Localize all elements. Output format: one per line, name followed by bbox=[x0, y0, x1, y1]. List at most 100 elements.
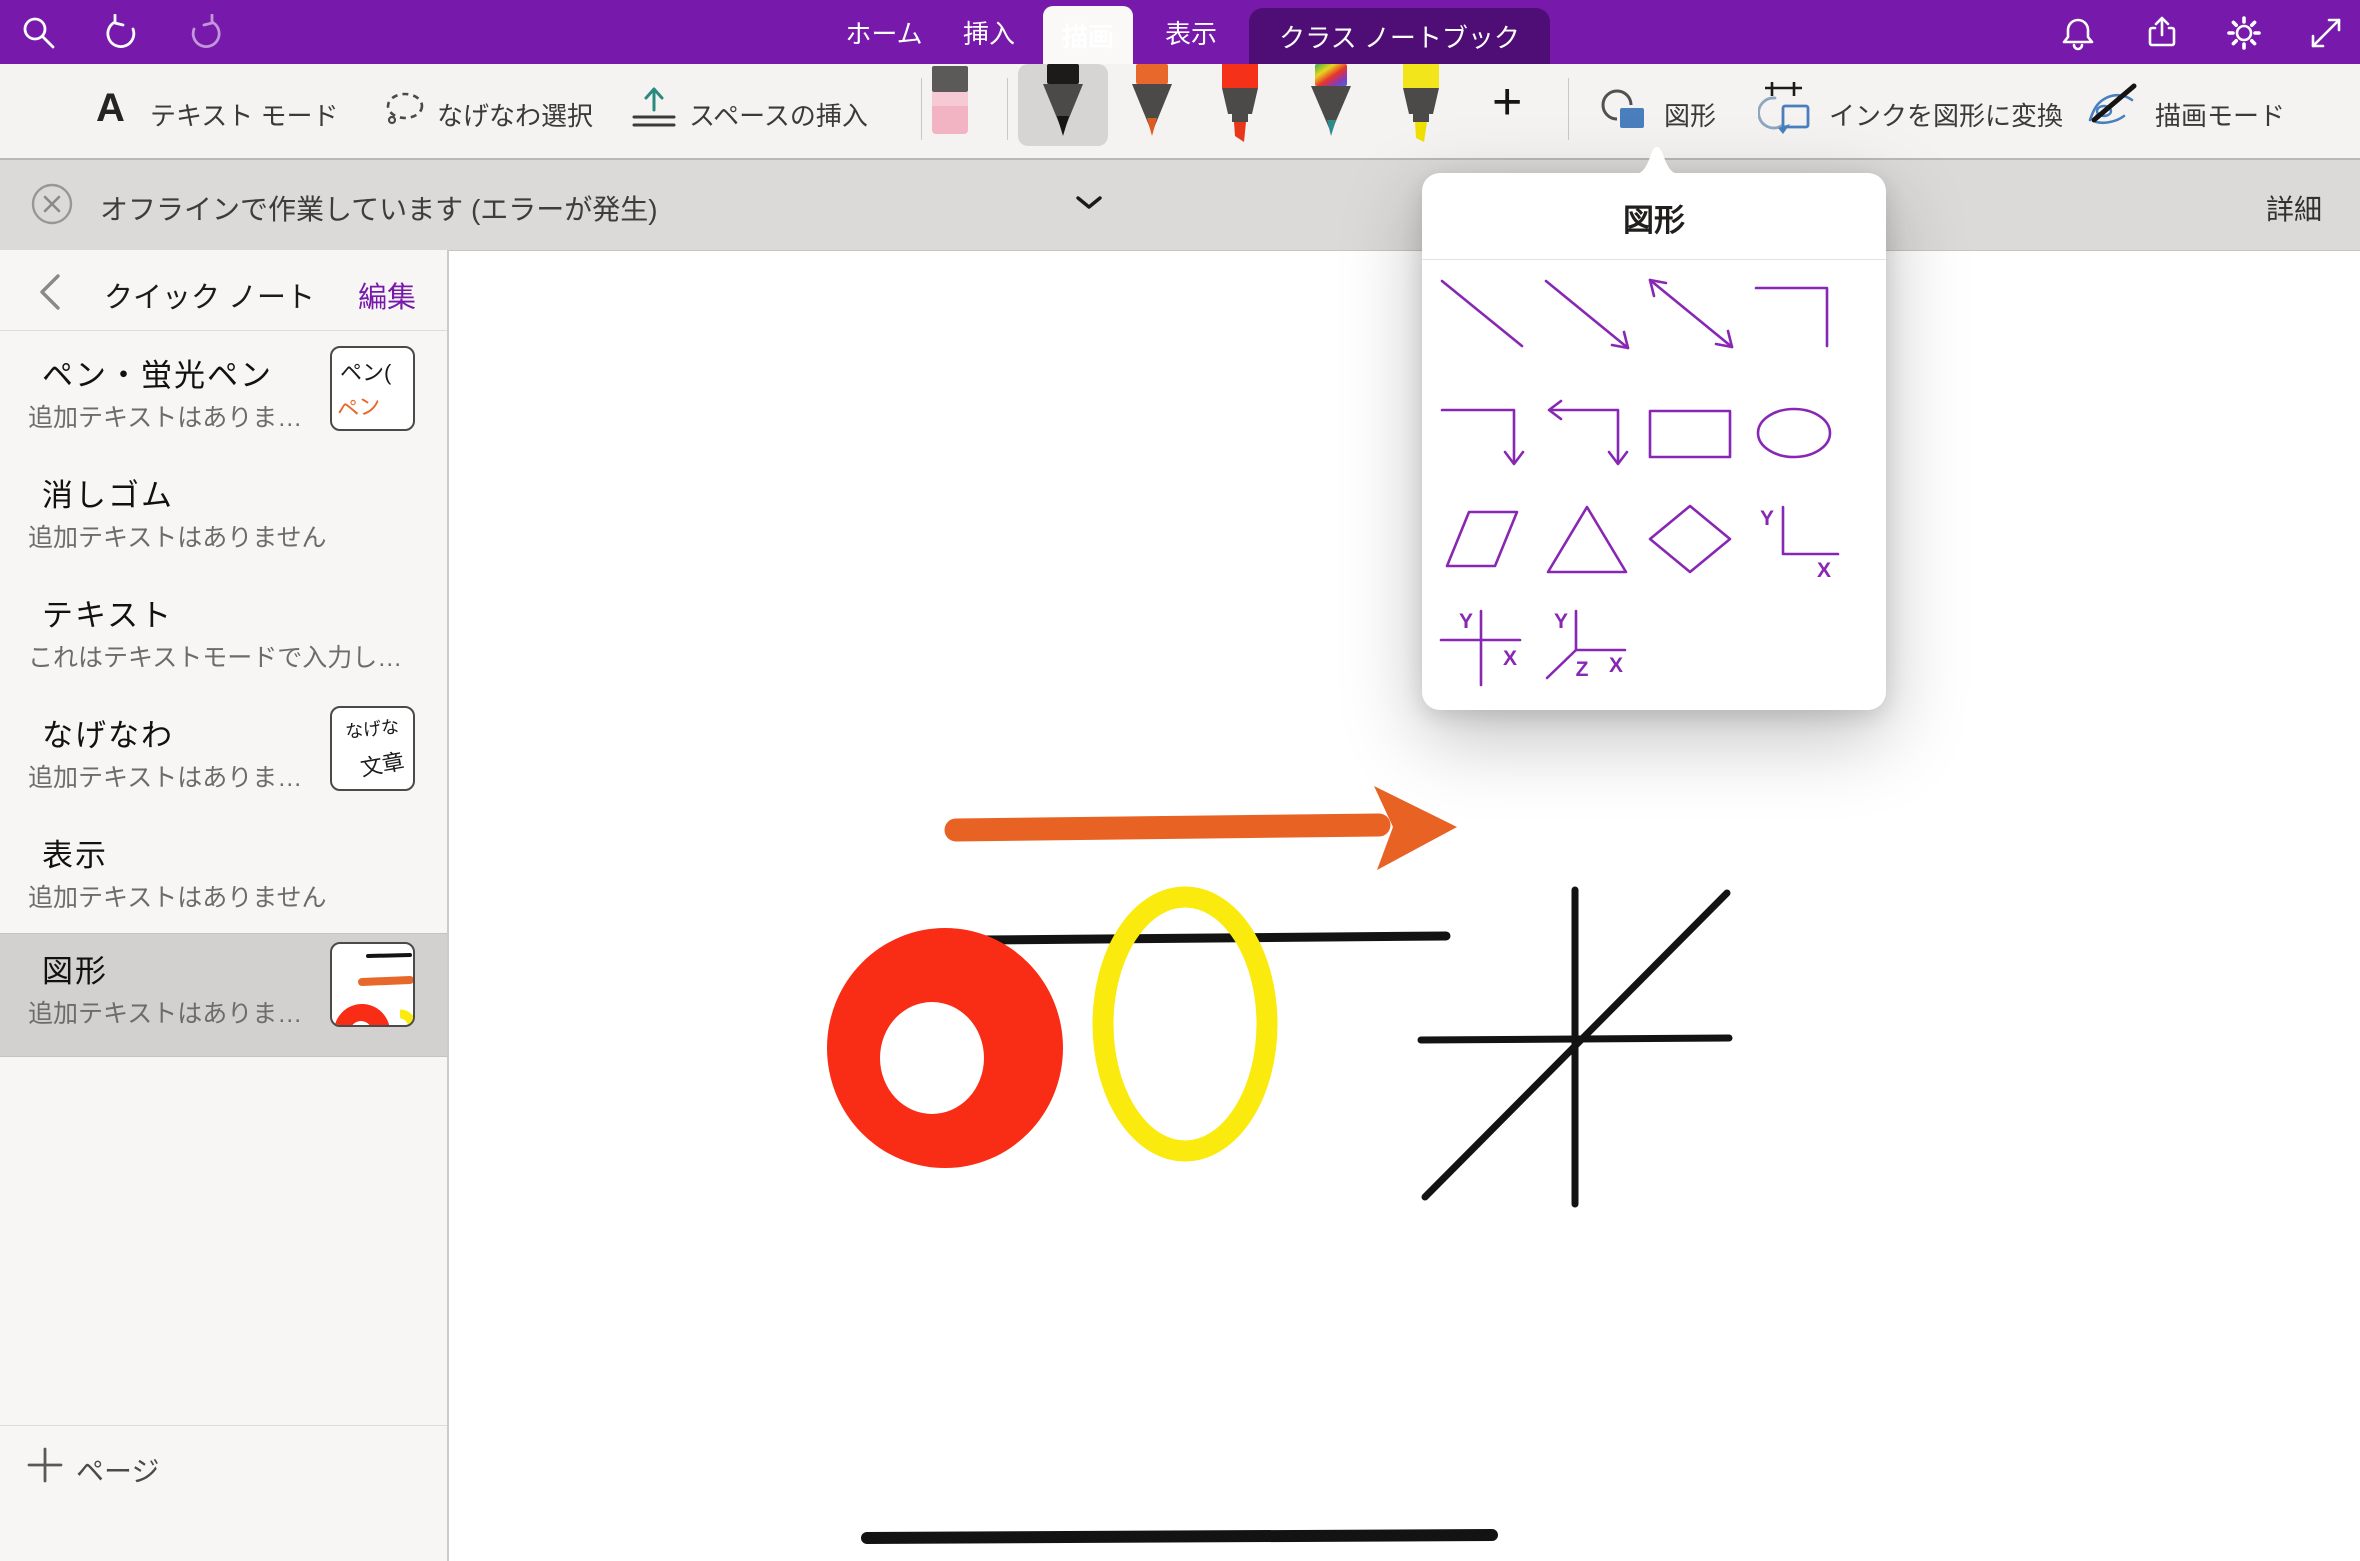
page-list-sidebar: クイック ノート 編集 ペン・蛍光ペン 追加テキストはありま… ペン( ペン 消… bbox=[0, 250, 449, 1561]
page-thumbnail: ペン( ペン bbox=[330, 346, 415, 431]
shape-elbow-arrow-left-down[interactable] bbox=[1549, 401, 1627, 464]
eraser-tool[interactable] bbox=[918, 64, 982, 148]
pen-orange[interactable] bbox=[1120, 64, 1184, 148]
plus-icon bbox=[26, 1446, 64, 1484]
text-mode-button[interactable]: テキスト モード bbox=[150, 96, 338, 133]
note-canvas[interactable] bbox=[449, 250, 2360, 1561]
chevron-left-icon[interactable] bbox=[36, 272, 64, 312]
page-title: 表示 bbox=[42, 830, 108, 875]
tab-draw[interactable]: 描画 bbox=[1043, 6, 1133, 64]
pen-rainbow[interactable] bbox=[1299, 64, 1363, 148]
undo-icon[interactable] bbox=[103, 14, 141, 52]
divider bbox=[0, 330, 447, 331]
pen-options-chevron-icon[interactable] bbox=[1076, 196, 1102, 210]
page-thumbnail bbox=[330, 942, 415, 1027]
page-list-item[interactable]: なげなわ 追加テキストはありま… なげな 文章 bbox=[0, 698, 447, 818]
popup-callout-tail bbox=[1635, 141, 1679, 174]
shapes-button[interactable]: 図形 bbox=[1664, 96, 1716, 133]
shape-diagonal-line[interactable] bbox=[1442, 281, 1522, 346]
ink-to-shape-icon bbox=[1758, 80, 1814, 140]
shape-parallelogram[interactable] bbox=[1447, 512, 1517, 566]
bell-icon[interactable] bbox=[2059, 14, 2097, 52]
page-thumbnail: なげな 文章 bbox=[330, 706, 415, 791]
page-title: なげなわ bbox=[42, 710, 174, 755]
page-title: 消しゴム bbox=[42, 470, 174, 515]
onenote-app: ホーム 挿入 描画 表示 クラス ノートブック bbox=[0, 0, 2360, 1561]
tab-home[interactable]: ホーム bbox=[848, 0, 920, 64]
search-icon[interactable] bbox=[20, 14, 58, 52]
shape-diamond[interactable] bbox=[1650, 506, 1730, 572]
shape-diagonal-double-arrow[interactable] bbox=[1650, 280, 1732, 347]
lasso-icon bbox=[382, 90, 428, 132]
add-page-button[interactable]: ページ bbox=[0, 1440, 447, 1510]
highlighter-red[interactable] bbox=[1208, 64, 1272, 148]
shapes-icon bbox=[1598, 86, 1652, 138]
section-title: クイック ノート bbox=[104, 274, 315, 316]
ink-arrow-shaft bbox=[956, 825, 1379, 830]
tab-view[interactable]: 表示 bbox=[1166, 0, 1216, 64]
shape-diagonal-arrow[interactable] bbox=[1546, 281, 1628, 348]
offline-detail-link[interactable]: 詳細 bbox=[2266, 188, 2322, 228]
page-subtitle: 追加テキストはありま… bbox=[28, 758, 302, 794]
offline-notification-bar: オフラインで作業しています (エラーが発生) 詳細 bbox=[0, 158, 2360, 251]
axis-label-z: Z bbox=[1576, 658, 1589, 681]
ink-drawings bbox=[449, 250, 2360, 1561]
shapes-popup: 図形 bbox=[1422, 173, 1886, 710]
share-icon[interactable] bbox=[2143, 14, 2181, 52]
page-title: 図形 bbox=[42, 946, 108, 991]
shape-axis-corner-xy[interactable] bbox=[1783, 507, 1838, 554]
page-subtitle: 追加テキストはありません bbox=[28, 518, 327, 554]
svg-text:ペン(: ペン( bbox=[340, 360, 392, 385]
ink-straight-line bbox=[981, 936, 1446, 940]
top-app-bar: ホーム 挿入 描画 表示 クラス ノートブック bbox=[0, 0, 2360, 64]
axis-label-y: Y bbox=[1459, 610, 1473, 633]
page-subtitle: 追加テキストはありま… bbox=[28, 398, 302, 434]
redo-icon[interactable] bbox=[186, 14, 224, 52]
ink-axis-diagonal bbox=[1421, 890, 1729, 1204]
shape-rectangle[interactable] bbox=[1650, 411, 1730, 457]
axis-label-x: X bbox=[1817, 559, 1831, 582]
page-title: テキスト bbox=[42, 590, 173, 635]
page-title: ペン・蛍光ペン bbox=[42, 350, 273, 395]
highlighter-yellow[interactable] bbox=[1389, 64, 1453, 148]
ink-donut-circle bbox=[827, 928, 1063, 1168]
edit-button[interactable]: 編集 bbox=[358, 274, 416, 316]
insert-space-icon bbox=[630, 84, 678, 136]
page-subtitle: 追加テキストはありま… bbox=[28, 994, 302, 1030]
lasso-select-button[interactable]: なげなわ選択 bbox=[437, 96, 593, 133]
page-list-item[interactable]: 消しゴム 追加テキストはありません bbox=[0, 458, 447, 578]
shape-ellipse[interactable] bbox=[1758, 409, 1830, 457]
text-mode-icon: A bbox=[96, 86, 125, 131]
page-subtitle: これはテキストモードで入力し… bbox=[28, 638, 402, 674]
add-page-label: ページ bbox=[76, 1450, 159, 1490]
ink-straight-line bbox=[867, 1535, 1492, 1538]
pen-black[interactable] bbox=[1031, 64, 1095, 148]
page-list-item-selected[interactable]: 図形 追加テキストはありま… bbox=[0, 933, 447, 1057]
shape-triangle[interactable] bbox=[1548, 507, 1626, 572]
axis-label-y: Y bbox=[1554, 610, 1568, 633]
offline-message: オフラインで作業しています (エラーが発生) bbox=[100, 188, 658, 228]
svg-text:文章: 文章 bbox=[359, 749, 407, 781]
draw-mode-button[interactable]: 描画モード bbox=[2155, 96, 2285, 133]
shape-corner-elbow[interactable] bbox=[1756, 288, 1827, 346]
fullscreen-icon[interactable] bbox=[2307, 14, 2345, 52]
axis-label-x: X bbox=[1503, 647, 1517, 670]
tab-insert[interactable]: 挿入 bbox=[964, 0, 1014, 64]
insert-space-button[interactable]: スペースの挿入 bbox=[689, 96, 868, 133]
page-list-item[interactable]: ペン・蛍光ペン 追加テキストはありま… ペン( ペン bbox=[0, 338, 447, 458]
toolbar-divider bbox=[1568, 78, 1569, 140]
svg-text:ペン: ペン bbox=[335, 392, 382, 423]
add-pen-button[interactable]: + bbox=[1492, 76, 1522, 128]
axis-label-y: Y bbox=[1760, 507, 1774, 530]
tab-class-notebook[interactable]: クラス ノートブック bbox=[1249, 8, 1550, 64]
page-list-item[interactable]: テキスト これはテキストモードで入力し… bbox=[0, 578, 447, 698]
page-list-item[interactable]: 表示 追加テキストはありません bbox=[0, 818, 447, 938]
settings-gear-icon[interactable] bbox=[2225, 14, 2263, 52]
toolbar-divider bbox=[1007, 78, 1008, 140]
shape-elbow-arrow-down[interactable] bbox=[1442, 410, 1523, 464]
error-circle-icon bbox=[30, 182, 74, 226]
page-subtitle: 追加テキストはありません bbox=[28, 878, 327, 914]
ink-to-shape-button[interactable]: インクを図形に変換 bbox=[1829, 96, 2063, 133]
divider bbox=[0, 1425, 447, 1426]
draw-toolbar: A テキスト モード なげなわ選択 スペースの挿入 bbox=[0, 64, 2360, 160]
